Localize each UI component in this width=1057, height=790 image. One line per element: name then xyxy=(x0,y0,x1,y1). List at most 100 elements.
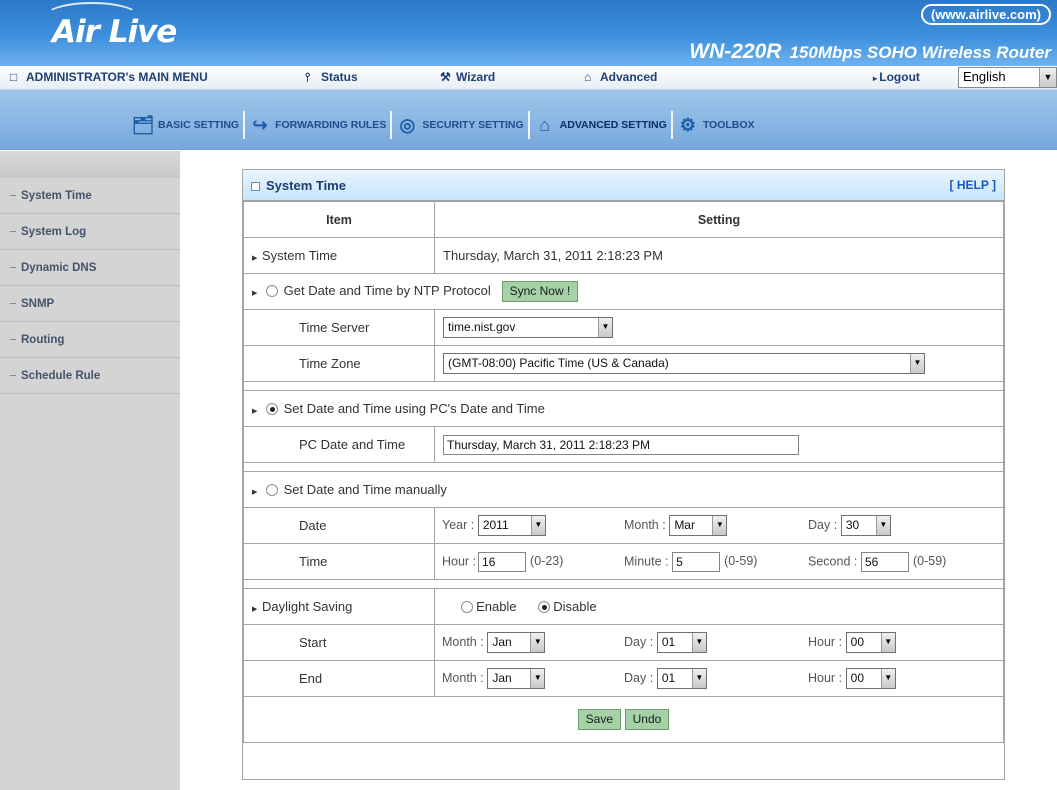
advanced-house-icon: ⌂ xyxy=(539,115,551,135)
bullet-arrow-icon: ▶ xyxy=(252,606,258,613)
tab-bar: 🗂 BASIC SETTING ↪ FORWARDING RULES ◎ SECURI… xyxy=(0,90,1057,150)
second-input[interactable]: 56 xyxy=(860,552,909,572)
time-zone-select[interactable]: (GMT-08:00) Pacific Time (US & Canada) ▼ xyxy=(443,353,925,374)
sidebar-item-schedule-rule[interactable]: Schedule Rule xyxy=(0,358,180,394)
spacer-row xyxy=(243,381,1004,391)
table-row: Time Server time.nist.gov ▼ xyxy=(243,309,1004,346)
sidebar-item-system-time[interactable]: System Time xyxy=(0,178,180,214)
start-day-group: Day : 01 ▼ xyxy=(624,632,707,653)
date-cell: Year : 2011 ▼ Month : Mar ▼ Day : 30 ▼ xyxy=(434,507,1004,544)
pc-time-label: PC Date and Time xyxy=(243,426,435,463)
end-hour-select[interactable]: 00 ▼ xyxy=(845,668,896,689)
dst-start-label: Start xyxy=(243,624,435,661)
language-select[interactable]: English ▼ xyxy=(958,67,1057,88)
start-month-group: Month : Jan ▼ xyxy=(442,632,546,653)
second-range: (0-59) xyxy=(912,554,947,569)
system-time-panel: System Time [ HELP ] Item Setting ▶ Syste… xyxy=(242,169,1005,780)
dst-end-cell: Month : Jan ▼ Day : 01 ▼ Hour : 00 ▼ xyxy=(434,660,1004,697)
tab-forwarding-rules[interactable]: ↪ FORWARDING RULES xyxy=(243,111,390,139)
second-label: Second : xyxy=(808,554,858,569)
date-label: Date xyxy=(243,507,435,544)
hour-input[interactable]: 16 xyxy=(478,552,527,572)
dst-start-cell: Month : Jan ▼ Day : 01 ▼ Hour : 00 ▼ xyxy=(434,624,1004,661)
chevron-down-icon[interactable]: ▼ xyxy=(530,633,545,652)
pc-option-label: Set Date and Time using PC's Date and Ti… xyxy=(283,401,545,416)
manual-time-radio[interactable] xyxy=(265,484,278,496)
tab-advanced-setting[interactable]: ⌂ ADVANCED SETTING xyxy=(527,111,671,139)
chevron-down-icon[interactable]: ▼ xyxy=(598,318,612,337)
bullet-arrow-icon: ▶ xyxy=(252,255,258,262)
start-hour-select[interactable]: 00 ▼ xyxy=(845,632,896,653)
chevron-down-icon[interactable]: ▼ xyxy=(880,669,895,688)
chevron-down-icon[interactable]: ▼ xyxy=(880,633,895,652)
dst-enable-radio[interactable] xyxy=(461,601,474,613)
chevron-down-icon[interactable]: ▼ xyxy=(530,669,545,688)
start-day-select[interactable]: 01 ▼ xyxy=(656,632,707,653)
ntp-radio[interactable] xyxy=(265,284,278,297)
chevron-down-icon[interactable]: ▼ xyxy=(691,669,706,688)
system-time-label-cell: ▶ System Time xyxy=(243,237,435,274)
wizard-link[interactable]: ⚒ Wizard xyxy=(440,70,495,84)
advanced-icon: ⌂ xyxy=(584,70,592,84)
end-day-select[interactable]: 01 ▼ xyxy=(656,668,707,689)
year-select[interactable]: 2011 ▼ xyxy=(477,515,546,536)
table-row: ▶ Get Date and Time by NTP Protocol Sync… xyxy=(243,273,1004,310)
minute-input[interactable]: 5 xyxy=(672,552,721,572)
spacer xyxy=(243,579,1004,589)
hour-range: (0-23) xyxy=(530,554,564,569)
tab-toolbox[interactable]: ⚙ TOOLBOX xyxy=(670,111,759,139)
status-link[interactable]: ⫯ Status xyxy=(305,70,358,85)
panel-titlebar: System Time [ HELP ] xyxy=(243,170,1004,201)
security-eye-icon: ◎ xyxy=(399,115,416,135)
sidebar-item-snmp[interactable]: SNMP xyxy=(0,286,180,322)
website-badge[interactable]: (www.airlive.com) xyxy=(920,4,1051,25)
sync-now-button[interactable]: Sync Now ! xyxy=(501,281,579,302)
time-server-cell: time.nist.gov ▼ xyxy=(434,309,1004,346)
settings-table: Item Setting ▶ System Time Thursday, Marc… xyxy=(243,201,1004,743)
help-link[interactable]: [ HELP ] xyxy=(950,178,996,192)
dst-label-cell: ▶ Daylight Saving xyxy=(243,588,435,625)
end-month-label: Month : xyxy=(442,670,484,685)
tab-security-setting[interactable]: ◎ SECURITY SETTING xyxy=(390,111,527,139)
undo-button[interactable]: Undo xyxy=(624,709,670,730)
end-day-group: Day : 01 ▼ xyxy=(624,668,707,689)
sidebar: System Time System Log Dynamic DNS SNMP … xyxy=(0,151,180,790)
bullet-arrow-icon: ▶ xyxy=(252,289,258,297)
advanced-link[interactable]: ⌂ Advanced xyxy=(584,70,657,84)
day-select[interactable]: 30 ▼ xyxy=(840,515,891,536)
pc-time-radio[interactable] xyxy=(265,403,278,415)
chevron-down-icon[interactable]: ▼ xyxy=(530,516,545,535)
manual-option-label: Set Date and Time manually xyxy=(283,482,447,497)
spacer xyxy=(243,381,1004,391)
table-header: Item Setting xyxy=(243,201,1004,238)
end-month-select[interactable]: Jan ▼ xyxy=(487,668,546,689)
spacer-row xyxy=(243,579,1004,589)
chevron-down-icon[interactable]: ▼ xyxy=(691,633,706,652)
month-select[interactable]: Mar ▼ xyxy=(669,515,728,536)
start-month-select[interactable]: Jan ▼ xyxy=(487,632,546,653)
table-row: Time Zone (GMT-08:00) Pacific Time (US &… xyxy=(243,345,1004,382)
chevron-down-icon[interactable]: ▼ xyxy=(910,354,924,373)
pc-time-field[interactable]: Thursday, March 31, 2011 2:18:23 PM xyxy=(443,434,799,455)
sidebar-item-system-log[interactable]: System Log xyxy=(0,214,180,250)
save-button[interactable]: Save xyxy=(577,709,622,730)
dst-disable-radio[interactable] xyxy=(538,601,551,613)
chevron-down-icon[interactable]: ▼ xyxy=(875,516,890,535)
model-line: WN-220R 150Mbps SOHO Wireless Router xyxy=(689,40,1051,64)
year-group: Year : 2011 ▼ xyxy=(442,515,546,536)
time-server-select[interactable]: time.nist.gov ▼ xyxy=(443,317,613,338)
main-menu-bar: □ ADMINISTRATOR's MAIN MENU ⫯ Status ⚒ Wiza… xyxy=(0,66,1057,90)
pc-time-cell: Thursday, March 31, 2011 2:18:23 PM xyxy=(434,426,1004,463)
time-zone-cell: (GMT-08:00) Pacific Time (US & Canada) ▼ xyxy=(434,345,1004,382)
sidebar-item-dynamic-dns[interactable]: Dynamic DNS xyxy=(0,250,180,286)
hour-group: Hour :16 (0-23) xyxy=(442,552,563,572)
chevron-down-icon[interactable]: ▼ xyxy=(712,516,727,535)
table-row: PC Date and Time Thursday, March 31, 201… xyxy=(243,426,1004,463)
manual-option-cell: ▶ Set Date and Time manually xyxy=(243,471,1004,508)
bullet-arrow-icon: ▶ xyxy=(252,489,258,496)
table-row: Time Hour :16 (0-23) Minute : 5 (0-59) Sec… xyxy=(243,543,1004,580)
chevron-down-icon[interactable]: ▼ xyxy=(1039,68,1056,87)
logout-link[interactable]: ▸ Logout xyxy=(873,70,920,84)
sidebar-item-routing[interactable]: Routing xyxy=(0,322,180,358)
tab-basic-setting[interactable]: 🗂 BASIC SETTING xyxy=(128,111,243,139)
